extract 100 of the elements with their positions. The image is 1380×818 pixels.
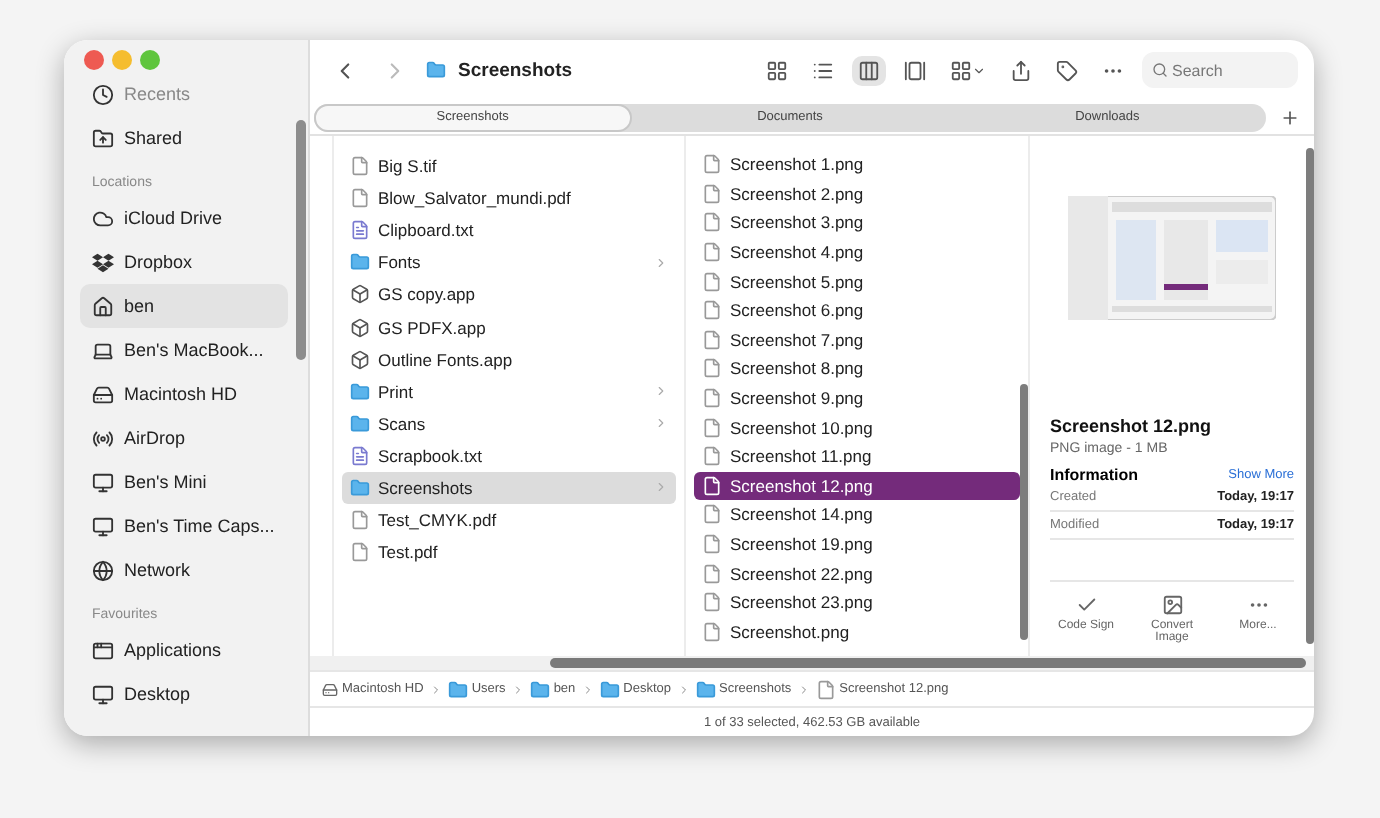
chevron-icon xyxy=(654,384,668,399)
sidebar-item[interactable]: Ben's Time Caps... xyxy=(80,504,288,548)
sidebar-item[interactable]: Ben's Mini xyxy=(80,460,288,504)
sidebar-item[interactable]: Applications xyxy=(80,628,288,672)
file-row[interactable]: Scans xyxy=(342,407,676,440)
file-row[interactable]: Clipboard.txt xyxy=(342,214,676,247)
file-row[interactable]: Big S.tif xyxy=(342,150,676,183)
shared-icon xyxy=(92,127,114,149)
column-view-button[interactable] xyxy=(852,55,886,85)
sidebar-item[interactable]: Dropbox xyxy=(80,240,288,284)
file-row[interactable]: Screenshot 7.png xyxy=(694,325,1020,355)
grid-icon xyxy=(950,59,972,81)
document-icon xyxy=(350,188,370,209)
plus-icon xyxy=(1280,107,1300,127)
file-row[interactable]: Screenshot 6.png xyxy=(694,295,1020,326)
file-row[interactable]: Screenshot 10.png xyxy=(694,412,1020,442)
caret-icon xyxy=(972,63,986,77)
clock-icon xyxy=(92,83,114,105)
monitor-icon xyxy=(92,515,114,537)
document-icon xyxy=(702,242,722,263)
file-row[interactable]: Screenshot 5.png xyxy=(694,266,1020,296)
sidebar-item[interactable]: Desktop xyxy=(80,672,288,716)
folder-icon xyxy=(350,252,370,273)
checkmark-icon xyxy=(1075,594,1097,616)
sidebar-item[interactable]: Shared xyxy=(80,116,288,160)
file-row[interactable]: Screenshot 22.png xyxy=(694,558,1020,588)
file-row[interactable]: Scrapbook.txt xyxy=(342,439,676,472)
folder-icon xyxy=(447,679,468,699)
gallery-icon xyxy=(904,59,926,81)
file-row[interactable]: Screenshot 12.png xyxy=(694,471,1020,501)
file-row[interactable]: Screenshot 23.png xyxy=(694,587,1020,617)
chevron-icon xyxy=(654,255,668,270)
file-row[interactable]: Screenshot 19.png xyxy=(694,529,1020,559)
chevron-icon xyxy=(654,480,668,495)
file-row[interactable]: Screenshot 8.png xyxy=(694,354,1020,384)
chevron-icon xyxy=(654,416,668,431)
cloud-icon xyxy=(92,207,114,229)
scrollbar[interactable] xyxy=(550,658,1306,668)
document-icon xyxy=(702,446,722,467)
app-icon xyxy=(350,317,370,338)
document-icon xyxy=(702,475,722,496)
folder-icon xyxy=(529,679,550,699)
sidebar-item[interactable]: Network xyxy=(80,548,288,592)
file-row[interactable]: Blow_Salvator_mundi.pdf xyxy=(342,182,676,215)
document-icon xyxy=(702,417,722,438)
document-icon xyxy=(702,154,722,175)
file-row[interactable]: Screenshot 9.png xyxy=(694,383,1020,413)
document-icon xyxy=(702,534,722,555)
file-row[interactable]: Screenshot.png xyxy=(694,617,1020,647)
app-icon xyxy=(350,349,370,370)
sidebar-item[interactable]: AirDrop xyxy=(80,416,288,460)
app-icon xyxy=(350,284,370,305)
file-row[interactable]: GS PDFX.app xyxy=(342,310,676,344)
file-row[interactable]: Fonts xyxy=(342,246,676,279)
file-row[interactable]: Screenshot 14.png xyxy=(694,500,1020,530)
file-row[interactable]: Screenshot 1.png xyxy=(694,150,1020,180)
document-icon xyxy=(702,621,722,642)
columns-icon xyxy=(858,59,880,81)
text-file-icon xyxy=(350,445,370,466)
document-icon xyxy=(702,592,722,613)
chevron-icon xyxy=(581,683,594,695)
file-row[interactable]: Screenshot 4.png xyxy=(694,237,1020,267)
sidebar-item[interactable]: Macintosh HD xyxy=(80,372,288,416)
file-row[interactable]: Test.pdf xyxy=(342,536,676,569)
file-row[interactable]: Screenshot 3.png xyxy=(694,208,1020,238)
apps-icon xyxy=(92,639,114,661)
file-row[interactable]: Test_CMYK.pdf xyxy=(342,504,676,537)
document-icon xyxy=(350,156,370,177)
chevron-icon xyxy=(511,683,524,695)
search-field[interactable]: Search xyxy=(1142,52,1298,88)
document-icon xyxy=(702,358,722,379)
file-row[interactable]: GS copy.app xyxy=(342,278,676,311)
scrollbar[interactable] xyxy=(296,120,306,360)
file-row[interactable]: Screenshot 2.png xyxy=(694,179,1020,209)
chevron-icon xyxy=(429,683,442,695)
sidebar-item[interactable]: iCloud Drive xyxy=(80,196,288,240)
sidebar-item[interactable]: Ben's MacBook... xyxy=(80,328,288,372)
desktop-icon xyxy=(92,683,114,705)
document-icon xyxy=(702,271,722,292)
folder-icon xyxy=(350,413,370,434)
laptop-icon xyxy=(92,339,114,361)
window-title: Screenshots xyxy=(458,59,573,81)
file-row[interactable]: Print xyxy=(342,375,676,408)
dropbox-icon xyxy=(92,251,114,273)
scrollbar[interactable] xyxy=(1020,384,1028,640)
file-row[interactable]: Outline Fonts.app xyxy=(342,343,676,376)
list-icon xyxy=(812,59,834,81)
document-icon xyxy=(815,679,836,699)
document-icon xyxy=(702,504,722,525)
document-icon xyxy=(702,563,722,584)
file-row[interactable]: Screenshot 11.png xyxy=(694,441,1020,472)
sidebar-item[interactable]: ben xyxy=(80,284,288,328)
globe-icon xyxy=(92,559,114,581)
file-name: Screenshot 12.png xyxy=(1050,416,1214,436)
scrollbar[interactable] xyxy=(1306,148,1314,644)
share-icon xyxy=(1010,59,1032,81)
monitor-icon xyxy=(92,471,114,493)
file-row[interactable]: Screenshots xyxy=(342,471,676,505)
document-icon xyxy=(702,388,722,409)
folder-icon xyxy=(350,381,370,402)
